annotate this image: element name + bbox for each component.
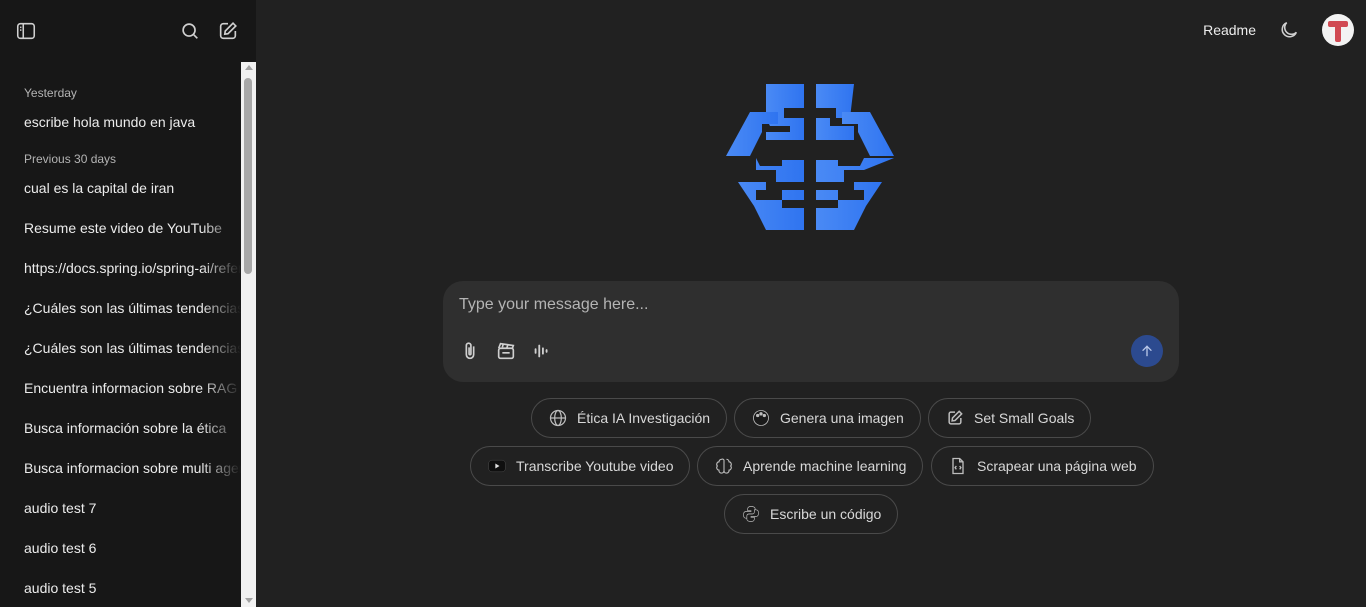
chat-history-item[interactable]: Busca informacion sobre multi agentes bbox=[0, 448, 241, 488]
suggestion-chip-genera-imagen[interactable]: Genera una imagen bbox=[734, 398, 921, 438]
suggestion-label: Scrapear una página web bbox=[977, 458, 1137, 474]
suggestion-chip-set-small-goals[interactable]: Set Small Goals bbox=[928, 398, 1092, 438]
app-root: Yesterday escribe hola mundo en java Pre… bbox=[0, 0, 1366, 607]
group-title-previous-30-days: Previous 30 days bbox=[24, 152, 117, 166]
avatar-letter-stem bbox=[1335, 24, 1341, 42]
brain-icon bbox=[716, 458, 732, 474]
chat-history-list: Yesterday escribe hola mundo en java Pre… bbox=[0, 62, 241, 607]
suggestion-chip-transcribe-youtube[interactable]: Transcribe Youtube video bbox=[470, 446, 691, 486]
composer-tools bbox=[459, 340, 553, 362]
chat-history-item[interactable]: audio test 6 bbox=[0, 528, 241, 568]
sidebar-scrollbar[interactable] bbox=[241, 62, 256, 607]
message-input[interactable]: Type your message here... bbox=[459, 296, 648, 314]
new-chat-icon[interactable] bbox=[216, 19, 240, 43]
search-icon[interactable] bbox=[178, 19, 202, 43]
chat-history-item[interactable]: ¿Cuáles son las últimas tendencias bbox=[0, 328, 241, 368]
suggestion-chip-etica-ia[interactable]: Ética IA Investigación bbox=[531, 398, 728, 438]
scrollbar-thumb[interactable] bbox=[244, 78, 252, 274]
suggestion-chip-scrapear-web[interactable]: Scrapear una página web bbox=[931, 446, 1154, 486]
suggestion-label: Transcribe Youtube video bbox=[516, 458, 674, 474]
group-title-yesterday: Yesterday bbox=[24, 86, 77, 100]
avatar[interactable] bbox=[1322, 14, 1354, 46]
suggestion-label: Ética IA Investigación bbox=[577, 410, 711, 426]
python-icon bbox=[743, 506, 759, 522]
suggestion-label: Set Small Goals bbox=[974, 410, 1075, 426]
file-code-icon bbox=[952, 457, 964, 475]
globe-icon bbox=[549, 409, 567, 427]
sidebar-header bbox=[0, 0, 256, 62]
chat-history-item[interactable]: audio test 5 bbox=[0, 568, 241, 607]
chat-history-item[interactable]: escribe hola mundo en java bbox=[0, 102, 241, 142]
main-area: Readme Type your message here... Ética I… bbox=[256, 0, 1366, 607]
paperclip-icon[interactable] bbox=[459, 340, 481, 362]
scroll-up-arrow-icon[interactable] bbox=[245, 65, 253, 70]
scroll-down-arrow-icon[interactable] bbox=[245, 598, 253, 603]
chat-history-item[interactable]: https://docs.spring.io/spring-ai/referen… bbox=[0, 248, 241, 288]
top-bar: Readme bbox=[1203, 0, 1366, 60]
chat-history-item[interactable]: Resume este video de YouTube bbox=[0, 208, 241, 248]
arrow-up-icon bbox=[1142, 345, 1152, 357]
suggestion-label: Aprende machine learning bbox=[743, 458, 907, 474]
clapperboard-icon[interactable] bbox=[495, 340, 517, 362]
chat-history-item[interactable]: Busca información sobre la ética bbox=[0, 408, 241, 448]
suggestion-chip-machine-learning[interactable]: Aprende machine learning bbox=[697, 446, 924, 486]
toggle-sidebar-icon[interactable] bbox=[14, 19, 38, 43]
send-button[interactable] bbox=[1131, 335, 1163, 367]
chat-history-item[interactable]: audio test 7 bbox=[0, 488, 241, 528]
moon-icon[interactable] bbox=[1278, 19, 1300, 41]
youtube-icon bbox=[488, 459, 506, 473]
edit-icon bbox=[948, 410, 963, 425]
brain-logo-icon bbox=[726, 84, 894, 230]
message-composer[interactable]: Type your message here... bbox=[443, 281, 1179, 382]
suggestion-label: Escribe un código bbox=[770, 506, 882, 522]
chat-history-item[interactable]: ¿Cuáles son las últimas tendencias bbox=[0, 288, 241, 328]
chat-history-item[interactable]: cual es la capital de iran bbox=[0, 168, 241, 208]
suggestion-chip-escribe-codigo[interactable]: Escribe un código bbox=[724, 494, 899, 534]
sidebar: Yesterday escribe hola mundo en java Pre… bbox=[0, 0, 256, 607]
suggestion-label: Genera una imagen bbox=[780, 410, 904, 426]
chat-history-item[interactable]: Encuentra informacion sobre RAG bbox=[0, 368, 241, 408]
audio-waveform-icon[interactable] bbox=[531, 340, 553, 362]
readme-link[interactable]: Readme bbox=[1203, 22, 1256, 38]
palette-icon bbox=[753, 410, 769, 426]
